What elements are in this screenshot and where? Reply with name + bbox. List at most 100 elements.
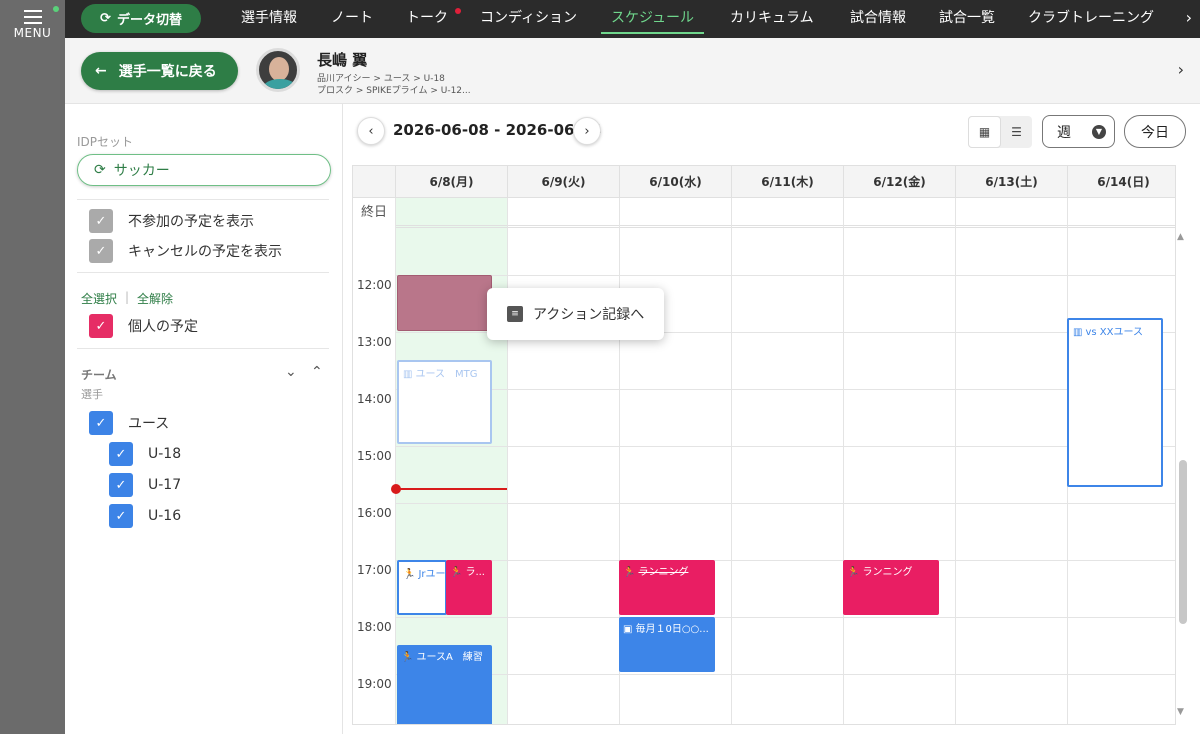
nav-item-condition[interactable]: コンディション <box>480 0 577 38</box>
personal-schedule-label: 個人の予定 <box>128 319 198 335</box>
event-vs-xx-youth[interactable]: ▥ vs XXユース <box>1067 318 1163 487</box>
select-all-link[interactable]: 全選択 <box>81 290 117 307</box>
event-running-mon[interactable]: 🏃 ラ... <box>446 560 492 615</box>
back-to-player-list-button[interactable]: ← 選手一覧に戻る <box>81 52 238 90</box>
event-title: 毎月１0日○○... <box>635 624 709 635</box>
time-label: 12:00 <box>357 278 392 292</box>
scroll-down-icon[interactable]: ▼ <box>1177 707 1184 717</box>
event-running-wed[interactable]: 🏃 ランニング <box>619 560 715 615</box>
team-u16-toggle[interactable]: ✓ U-16 <box>109 504 181 528</box>
day-header[interactable]: 6/13(土) <box>955 166 1067 198</box>
show-declined-label: 不参加の予定を表示 <box>128 214 254 230</box>
event-monthly[interactable]: ▣ 毎月１0日○○... <box>619 617 715 672</box>
check-icon: ✓ <box>89 209 113 233</box>
nav-item-match-list[interactable]: 試合一覧 <box>939 0 995 38</box>
notification-dot-icon <box>53 6 59 12</box>
prev-week-chevron-left-icon[interactable]: ‹ <box>357 117 385 145</box>
time-label: 15:00 <box>357 449 392 463</box>
event-jr-youth[interactable]: 🏃 Jrユー <box>397 560 447 615</box>
scroll-up-icon[interactable]: ▲ <box>1177 232 1184 242</box>
time-label: 17:00 <box>357 563 392 577</box>
calendar-panel: ‹ 2026-06-08 - 2026-06-14 › ▦ ☰ 週 ▼ 今日 6… <box>343 104 1200 734</box>
view-toggle: ▦ ☰ <box>968 116 1032 148</box>
day-header[interactable]: 6/8(月) <box>395 166 507 198</box>
day-header[interactable]: 6/12(金) <box>843 166 955 198</box>
show-cancelled-toggle[interactable]: ✓ キャンセルの予定を表示 <box>89 239 282 263</box>
team-heading: チーム <box>81 368 117 382</box>
time-label: 19:00 <box>357 677 392 691</box>
chart-icon: ▥ <box>1073 327 1083 338</box>
check-icon: ✓ <box>89 314 113 338</box>
team-youth-toggle[interactable]: ✓ ユース <box>89 411 169 435</box>
check-icon: ✓ <box>89 239 113 263</box>
event-selected[interactable] <box>397 275 492 331</box>
next-week-chevron-right-icon[interactable]: › <box>573 117 601 145</box>
avatar[interactable] <box>256 48 300 92</box>
calendar-icon: ▣ <box>623 624 633 635</box>
event-title: ランニング <box>862 567 913 578</box>
nav-item-note[interactable]: ノート <box>331 0 373 38</box>
scrollbar-thumb[interactable] <box>1179 460 1187 624</box>
nav-item-curriculum[interactable]: カリキュラム <box>730 0 814 38</box>
data-switch-button[interactable]: ⟳ データ切替 <box>81 4 201 33</box>
menu-label: MENU <box>13 26 52 40</box>
nav-item-club-training[interactable]: クラブトレーニング <box>1028 0 1154 38</box>
refresh-icon: ⟳ <box>100 11 111 26</box>
chevron-down-icon[interactable]: ⌄ <box>285 364 297 380</box>
runner-icon: 🏃 <box>623 567 636 578</box>
event-youth-mtg[interactable]: ▥ ユース MTG <box>397 360 492 444</box>
time-label: 16:00 <box>357 506 392 520</box>
event-title: ラ... <box>465 567 485 578</box>
sport-label: サッカー <box>113 163 170 179</box>
deselect-all-link[interactable]: 全解除 <box>137 290 173 307</box>
team-u18-toggle[interactable]: ✓ U-18 <box>109 442 181 466</box>
runner-icon: 🏃 <box>450 567 463 578</box>
nav-item-schedule[interactable]: スケジュール <box>600 0 705 38</box>
runner-icon: 🏃 <box>847 567 860 578</box>
sport-selector[interactable]: ⟳ サッカー <box>77 154 331 186</box>
event-title: ユース MTG <box>415 369 478 380</box>
day-header[interactable]: 6/14(日) <box>1067 166 1175 198</box>
show-cancelled-label: キャンセルの予定を表示 <box>128 244 282 260</box>
event-title: vs XXユース <box>1085 327 1143 338</box>
back-label: 選手一覧に戻る <box>118 64 217 80</box>
nav-item-talk[interactable]: トーク <box>406 0 448 38</box>
chevron-up-icon[interactable]: ⌃ <box>311 364 323 380</box>
event-youth-a-practice[interactable]: 🏃 ユースA 練習 <box>397 645 492 724</box>
nav-item-player-info[interactable]: 選手情報 <box>241 0 297 38</box>
arrow-left-icon: ← <box>95 63 107 79</box>
player-header: ← 選手一覧に戻る 長嶋 翼 品川アイシー > ユース > U-18 プロスク … <box>65 38 1200 104</box>
list-view-icon[interactable]: ☰ <box>1001 116 1032 148</box>
time-label: 18:00 <box>357 620 392 634</box>
nav-item-match-info[interactable]: 試合情報 <box>850 0 906 38</box>
top-nav: ⟳ データ切替 選手情報 ノート トーク コンディション スケジュール カリキュ… <box>65 0 1200 38</box>
personal-schedule-toggle[interactable]: ✓ 個人の予定 <box>89 314 198 338</box>
day-header[interactable]: 6/11(木) <box>731 166 843 198</box>
all-day-label: 終日 <box>360 205 387 220</box>
day-header[interactable]: 6/10(水) <box>619 166 731 198</box>
grid-view-icon[interactable]: ▦ <box>968 116 1001 148</box>
event-title: ランニング <box>638 567 689 578</box>
dropdown-icon: ▼ <box>1092 124 1106 139</box>
team-u17-toggle[interactable]: ✓ U-17 <box>109 473 181 497</box>
left-rail: MENU <box>0 0 65 734</box>
event-running-fri[interactable]: 🏃 ランニング <box>843 560 939 615</box>
day-header[interactable]: 6/9(火) <box>507 166 619 198</box>
event-action-popup[interactable]: ≡ アクション記録へ <box>487 288 664 340</box>
view-range-value: 週 <box>1057 124 1071 141</box>
check-icon: ✓ <box>109 504 133 528</box>
check-icon: ✓ <box>109 442 133 466</box>
all-day-row[interactable] <box>395 198 1175 228</box>
idp-set-label: IDPセット <box>77 135 134 149</box>
runner-icon: 🏃 <box>401 652 414 663</box>
player-name: 長嶋 翼 <box>317 51 368 69</box>
time-label: 13:00 <box>357 335 392 349</box>
team-label: U-17 <box>148 477 182 493</box>
today-button[interactable]: 今日 <box>1124 115 1186 148</box>
event-title: Jrユー <box>418 569 446 580</box>
action-record-label: アクション記録へ <box>533 307 645 323</box>
nav-more-chevron-icon[interactable]: › <box>1186 0 1192 38</box>
view-range-select[interactable]: 週 ▼ <box>1042 115 1115 148</box>
chevron-right-icon[interactable]: › <box>1178 60 1184 79</box>
show-declined-toggle[interactable]: ✓ 不参加の予定を表示 <box>89 209 254 233</box>
